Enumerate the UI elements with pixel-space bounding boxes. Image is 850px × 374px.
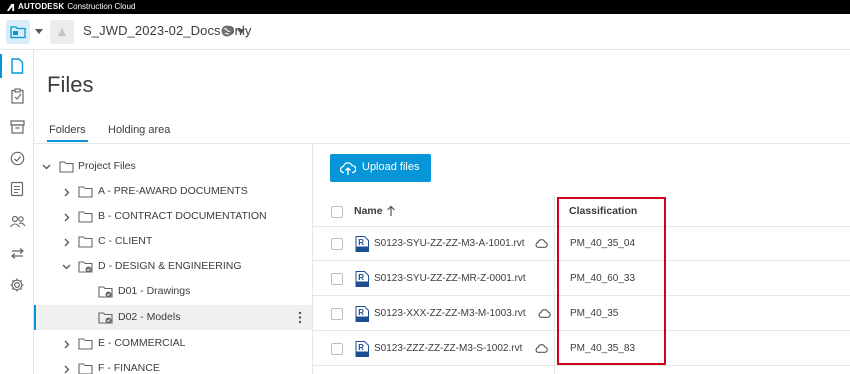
project-chevron-down-icon[interactable] [236,26,246,36]
tree-item-b-contract[interactable]: B - CONTRACT DOCUMENTATION [34,204,312,229]
svg-text:R: R [358,343,364,352]
classification-highlight-box [557,197,666,365]
sort-ascending-icon[interactable] [386,205,396,217]
tree-item-c-client[interactable]: C - CLIENT [34,229,312,254]
shared-folder-icon [78,261,93,273]
upload-files-label: Upload files [362,161,420,173]
file-name[interactable]: S0123-SYU-ZZ-ZZ-M3-A-1001.rvt [374,238,525,249]
row-checkbox[interactable] [331,238,343,250]
tree-item-label: Project Files [78,160,136,172]
revit-file-icon: R [355,271,369,287]
tree-item-label: A - PRE-AWARD DOCUMENTS [98,185,248,197]
tree-item-label: E - COMMERCIAL [98,337,186,349]
tree-item-label: F - FINANCE [98,362,160,374]
tree-item-a-pre-award[interactable]: A - PRE-AWARD DOCUMENTS [34,179,312,204]
file-name[interactable]: S0123-SYU-ZZ-ZZ-MR-Z-0001.rvt [374,273,526,284]
tree-item-label: D - DESIGN & ENGINEERING [98,260,242,272]
tree-item-f-finance[interactable]: F - FINANCE [34,356,312,374]
folder-icon [59,161,74,173]
column-header-name[interactable]: Name [354,205,383,217]
tree-item-label: B - CONTRACT DOCUMENTATION [98,210,267,222]
page-title: Files [47,72,94,97]
project-thumbnail[interactable] [50,20,74,44]
folder-icon [78,186,93,198]
tree-item-label: D02 - Models [118,311,181,323]
folder-switch-icon [10,26,26,39]
project-thumbnail-icon [58,28,66,36]
chevron-right-icon[interactable] [62,339,72,349]
chevron-down-icon[interactable] [41,162,51,172]
shared-folder-icon [98,286,113,298]
row-checkbox[interactable] [331,343,343,355]
rail-clipboard[interactable] [0,82,34,110]
brand-product: Construction Cloud [67,2,136,11]
tree-item-label: C - CLIENT [98,235,153,247]
tab-bar: Folders Holding area [34,120,850,144]
cloud-icon [535,344,548,353]
left-rail [0,50,34,374]
folder-icon [78,211,93,223]
file-icon [11,58,24,74]
autodesk-logo-icon [6,3,15,11]
select-all-checkbox[interactable] [331,206,343,218]
rail-archive[interactable] [0,113,34,141]
folder-switch-button[interactable] [6,20,30,44]
chevron-right-icon[interactable] [62,212,72,222]
revit-file-icon: R [355,306,369,322]
chevron-down-icon[interactable] [61,262,71,272]
file-name[interactable]: S0123-ZZZ-ZZ-ZZ-M3-S-1002.rvt [374,343,522,354]
cloud-upload-icon [340,162,356,175]
chevron-right-icon[interactable] [62,364,72,374]
chevron-right-icon[interactable] [62,187,72,197]
tree-item-project-files[interactable]: Project Files [34,154,312,179]
upload-files-button[interactable]: Upload files [330,154,431,182]
revit-file-icon: R [355,236,369,252]
tab-folders[interactable]: Folders [47,124,88,142]
brand-company: AUTODESK [18,2,65,11]
transfer-icon [10,247,24,259]
members-icon [9,215,25,227]
tab-holding-area[interactable]: Holding area [108,124,170,136]
rail-files[interactable] [0,52,34,80]
folder-icon [78,236,93,248]
settings-icon [10,278,24,292]
checklist-icon [10,181,24,197]
tree-item-e-commercial[interactable]: E - COMMERCIAL [34,331,312,356]
clipboard-icon [10,88,24,104]
folder-icon [78,363,93,374]
project-bar: S_JWD_2023-02_Docs Only [0,14,850,50]
more-options-icon[interactable] [298,311,302,324]
tree-item-d02-models[interactable]: D02 - Models [34,305,312,330]
folder-tree: Project Files A - PRE-AWARD DOCUMENTS B … [34,152,312,374]
svg-text:R: R [358,238,364,247]
rail-transfer[interactable] [0,239,34,267]
tree-item-label: D01 - Drawings [118,285,191,297]
archive-icon [9,120,25,134]
brand-bar: AUTODESK Construction Cloud [0,0,850,14]
tree-item-d01-drawings[interactable]: D01 - Drawings [34,279,312,304]
folder-icon [78,338,93,350]
check-circle-icon [10,151,24,165]
shared-folder-icon [98,312,113,324]
globe-icon [221,25,233,37]
rail-issues[interactable] [0,144,34,172]
revit-file-icon: R [355,341,369,357]
row-checkbox[interactable] [331,273,343,285]
cloud-icon [535,239,548,248]
chevron-down-icon[interactable] [34,26,44,36]
cloud-icon [538,309,551,318]
rail-checklists[interactable] [0,175,34,203]
rail-settings[interactable] [0,271,34,299]
svg-text:R: R [358,273,364,282]
tree-item-d-design[interactable]: D - DESIGN & ENGINEERING [34,254,312,279]
rail-members[interactable] [0,207,34,235]
row-checkbox[interactable] [331,308,343,320]
chevron-right-icon[interactable] [62,237,72,247]
file-name[interactable]: S0123-XXX-ZZ-ZZ-M3-M-1003.rvt [374,308,526,319]
svg-text:R: R [358,308,364,317]
